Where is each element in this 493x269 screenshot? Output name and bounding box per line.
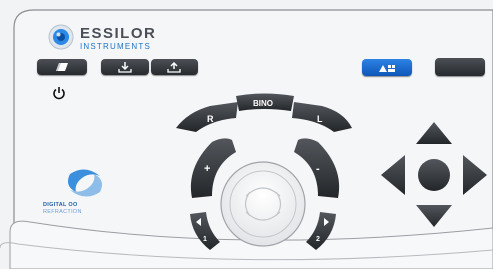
- plus-label: +: [204, 163, 210, 175]
- arrow-down-icon[interactable]: [416, 205, 452, 227]
- step-back-arc[interactable]: [190, 212, 220, 250]
- minus-label: -: [316, 163, 320, 175]
- arrow-up-icon[interactable]: [416, 122, 452, 144]
- wheel-cluster: R BINO L + - 1 2: [176, 93, 487, 250]
- central-knob[interactable]: [220, 161, 306, 247]
- bino-label: BINO: [253, 99, 273, 108]
- step-back-label: 1: [203, 236, 207, 243]
- step-forward-arc[interactable]: [306, 212, 336, 250]
- control-panel: ESSILOR INSTRUMENTS DIGITAL OO REFRACTIO…: [0, 0, 493, 269]
- center-ok-button[interactable]: [418, 159, 450, 191]
- arrow-right-icon[interactable]: [463, 155, 487, 195]
- right-eye-label: R: [207, 114, 214, 124]
- left-eye-label: L: [317, 114, 323, 124]
- arrow-left-icon[interactable]: [381, 155, 405, 195]
- step-forward-label: 2: [316, 236, 320, 243]
